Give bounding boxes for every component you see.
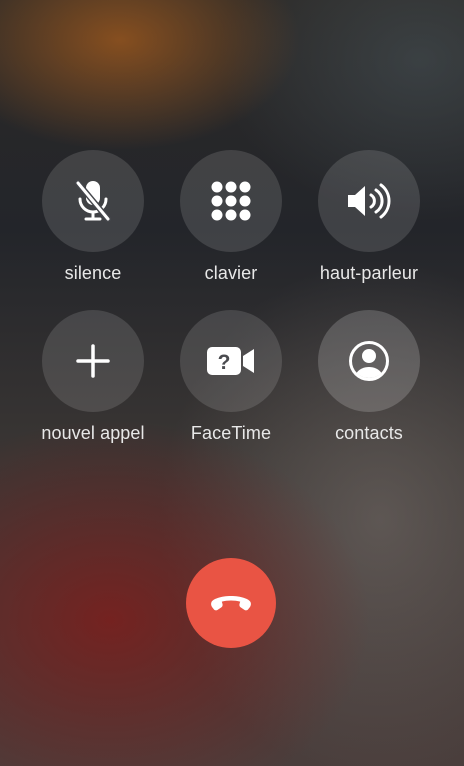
end-call-button[interactable] bbox=[186, 558, 276, 648]
speaker-icon bbox=[346, 183, 392, 219]
mic-slash-icon bbox=[74, 179, 112, 223]
facetime-question-icon: ? bbox=[206, 345, 256, 377]
haut-parleur-button[interactable] bbox=[318, 150, 420, 252]
clavier-control: clavier bbox=[161, 150, 301, 284]
nouvel-appel-control: nouvel appel bbox=[23, 310, 163, 444]
facetime-control: ? FaceTime bbox=[161, 310, 301, 444]
contacts-label: contacts bbox=[335, 423, 403, 443]
phone-down-icon bbox=[209, 593, 253, 613]
contacts-control: contacts bbox=[299, 310, 439, 444]
controls-row-2: nouvel appel ? FaceTime contacts bbox=[0, 310, 464, 470]
facetime-label: FaceTime bbox=[190, 423, 272, 443]
silence-label: silence bbox=[64, 263, 122, 283]
silence-button[interactable] bbox=[42, 150, 144, 252]
silence-control: silence bbox=[23, 150, 163, 284]
haut-parleur-control: haut-parleur bbox=[299, 150, 439, 284]
clavier-button[interactable] bbox=[180, 150, 282, 252]
plus-icon bbox=[75, 343, 111, 379]
svg-text:?: ? bbox=[218, 351, 231, 374]
haut-parleur-label: haut-parleur bbox=[319, 263, 419, 283]
facetime-button[interactable]: ? bbox=[180, 310, 282, 412]
nouvel-appel-button[interactable] bbox=[42, 310, 144, 412]
nouvel-appel-label: nouvel appel bbox=[41, 423, 145, 443]
keypad-icon bbox=[210, 180, 252, 222]
call-screen: silence clavier haut-parleur nouvel appe… bbox=[0, 0, 464, 766]
controls-row-1: silence clavier haut-parleur bbox=[0, 150, 464, 310]
contact-icon bbox=[348, 340, 390, 382]
call-controls-grid: silence clavier haut-parleur nouvel appe… bbox=[0, 150, 464, 470]
clavier-label: clavier bbox=[204, 263, 258, 283]
contacts-button[interactable] bbox=[318, 310, 420, 412]
